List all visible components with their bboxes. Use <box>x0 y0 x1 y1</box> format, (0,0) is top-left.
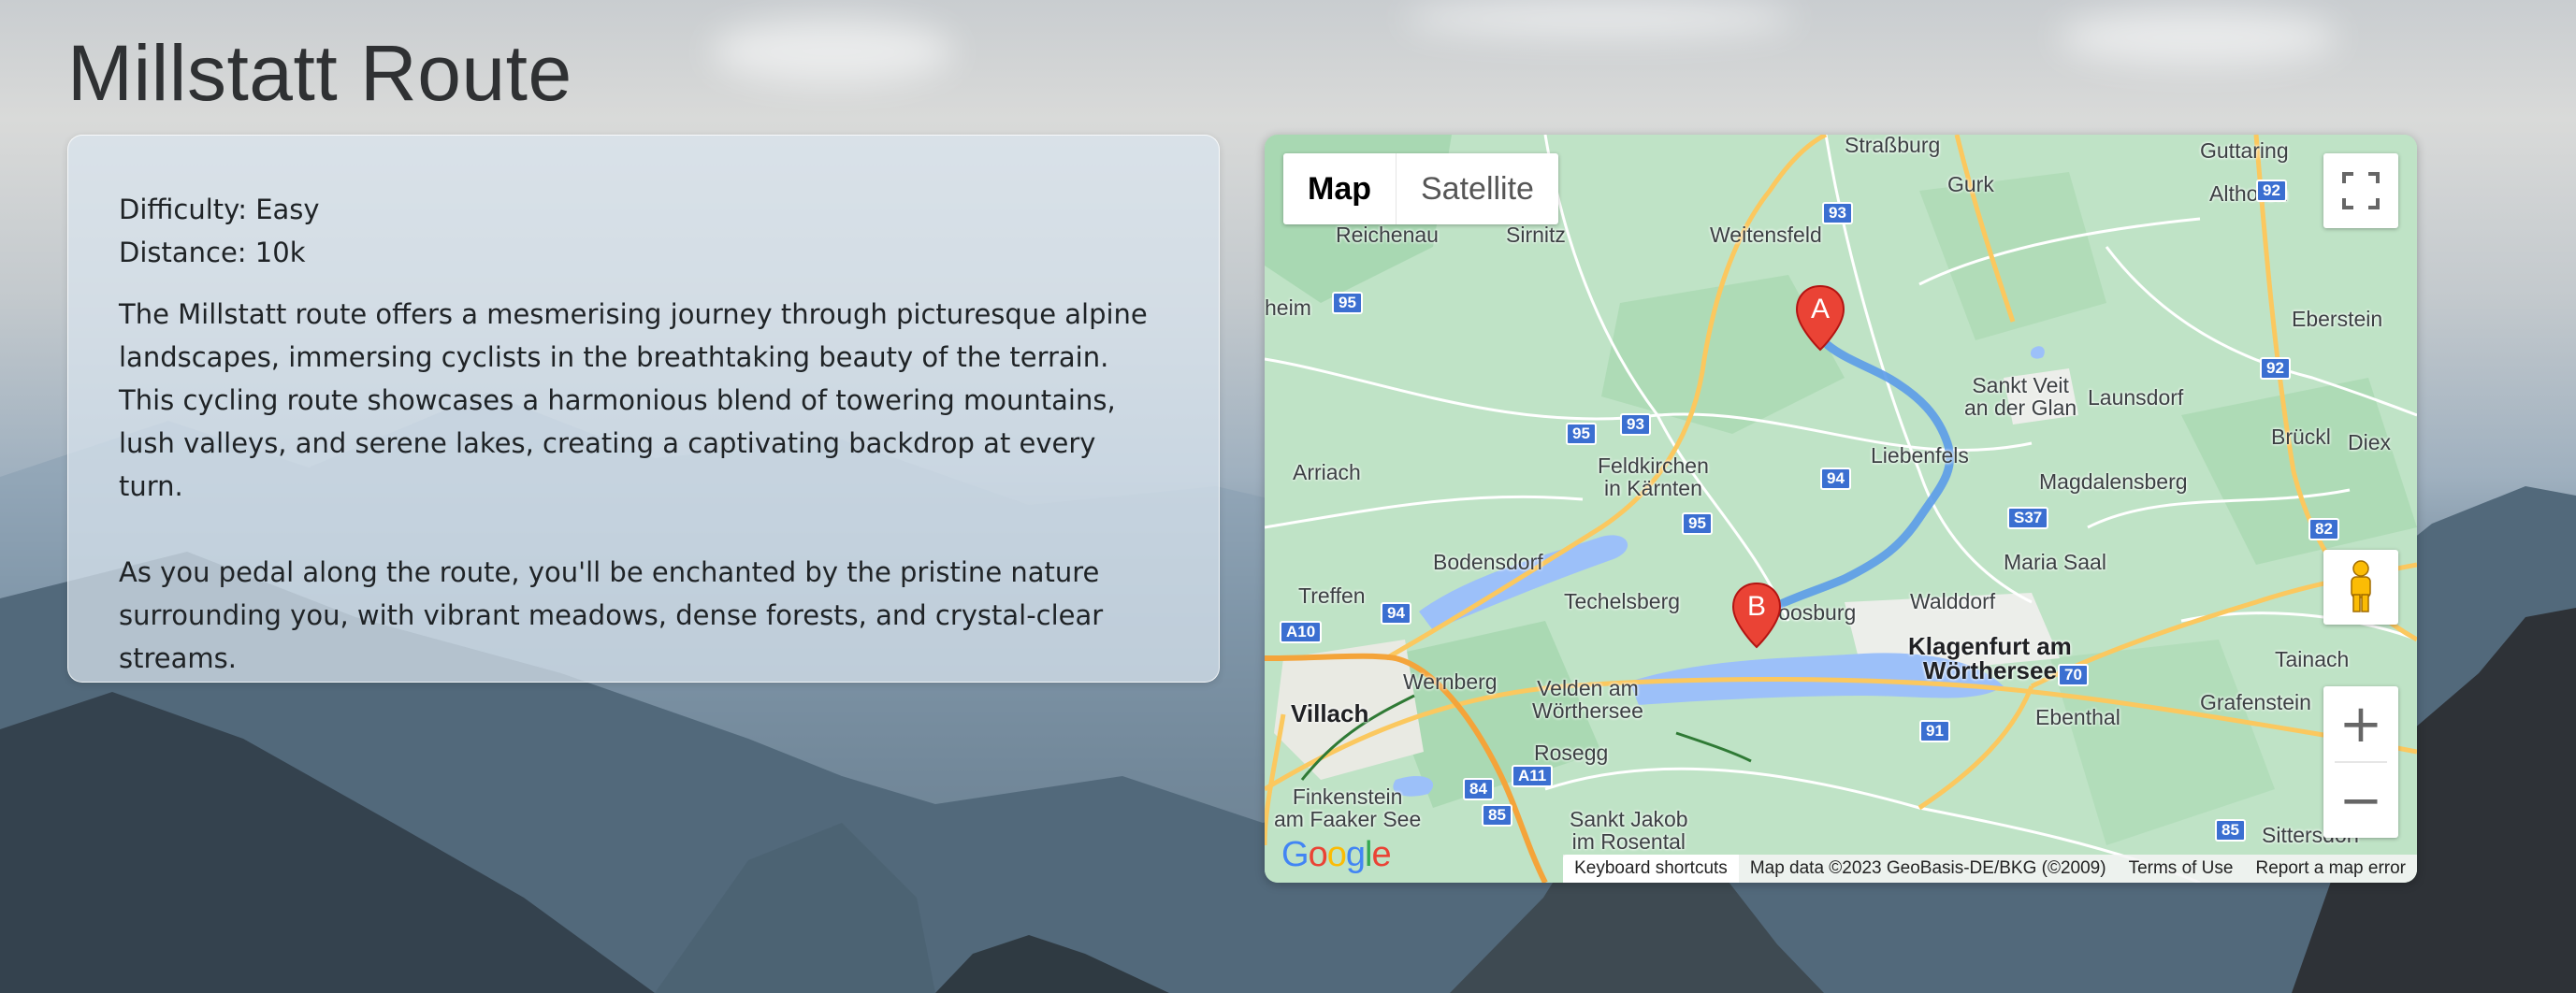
place-label: Grafenstein <box>2200 690 2311 714</box>
road-shield: A10 <box>1280 621 1323 643</box>
road-shield: 94 <box>1820 468 1851 490</box>
place-label: Straßburg <box>1845 135 1941 157</box>
place-label: Wernberg <box>1403 669 1498 694</box>
road-shield: A11 <box>1512 765 1554 787</box>
marker-label: B <box>1746 591 1766 622</box>
city-label-line: Klagenfurt am <box>1908 632 2072 660</box>
road-shield: 95 <box>1332 292 1363 314</box>
road-shield: 94 <box>1381 602 1411 625</box>
road-shield: 93 <box>1620 413 1651 436</box>
map-type-map-button[interactable]: Map <box>1283 153 1397 224</box>
map-attribution-bar: Keyboard shortcuts Map data ©2023 GeoBas… <box>1563 855 2417 883</box>
route-end-marker[interactable]: B <box>1730 582 1783 649</box>
place-label-line: an der Glan <box>1964 396 2077 420</box>
zoom-out-button[interactable]: − <box>2323 763 2398 838</box>
route-info-card: Difficulty: Easy Distance: 10k The Mills… <box>67 135 1220 683</box>
google-logo: Google <box>1281 835 1392 874</box>
keyboard-shortcuts-link[interactable]: Keyboard shortcuts <box>1563 855 1739 883</box>
map-type-satellite-button[interactable]: Satellite <box>1397 153 1558 224</box>
place-label: Brückl <box>2271 425 2331 449</box>
place-label: Eberstein <box>2292 307 2383 331</box>
report-map-error-link[interactable]: Report a map error <box>2244 855 2417 883</box>
city-label-line: Wörthersee <box>1922 656 2057 684</box>
place-label: Rosegg <box>1534 741 1609 765</box>
description-paragraph-2: As you pedal along the route, you'll be … <box>119 556 1104 674</box>
place-label: Bodensdorf <box>1433 550 1543 574</box>
place-label: Weitensfeld <box>1710 223 1822 247</box>
marker-label: A <box>1810 294 1830 324</box>
terms-of-use-link[interactable]: Terms of Use <box>2118 855 2245 883</box>
place-label-line: Feldkirchen <box>1598 453 1709 478</box>
place-label: Treffen <box>1298 583 1366 608</box>
road-shield: 91 <box>1919 720 1950 742</box>
place-label: heim <box>1265 295 1311 320</box>
place-label-line: Velden am <box>1537 676 1639 700</box>
distance-text: Distance: 10k <box>119 237 306 268</box>
place-label: Arriach <box>1293 460 1361 484</box>
zoom-control: + − <box>2323 686 2398 838</box>
place-label-line: Sankt Veit <box>1972 373 2069 397</box>
place-label: Magdalensberg <box>2039 469 2188 494</box>
pegman-icon <box>2351 560 2371 612</box>
place-label-line: in Kärnten <box>1604 476 1702 500</box>
road-shield: 95 <box>1566 423 1597 445</box>
place-label-line: am Faaker See <box>1274 807 1422 831</box>
road-shield: 85 <box>1482 804 1512 827</box>
place-label: Feldkirchen in Kärnten <box>1598 454 1709 499</box>
minus-icon: − <box>2338 770 2383 831</box>
place-label: Reichenau <box>1336 223 1439 247</box>
place-label-line: Finkenstein <box>1292 784 1403 809</box>
road-shield: S37 <box>2007 507 2049 529</box>
place-label: Maria Saal <box>2004 550 2106 574</box>
road-shield: 95 <box>1682 512 1713 535</box>
map-data-credit: Map data ©2023 GeoBasis-DE/BKG (©2009) <box>1749 858 2106 878</box>
route-start-marker[interactable]: A <box>1794 284 1846 352</box>
road-shield: 92 <box>2260 357 2291 380</box>
difficulty-text: Difficulty: Easy <box>119 194 320 225</box>
fullscreen-icon <box>2342 172 2380 209</box>
place-label: Ebenthal <box>2035 705 2120 729</box>
route-map[interactable]: Straßburg Guttaring Gurk Althofen Reiche… <box>1265 135 2417 883</box>
place-label: Walddorf <box>1910 589 1996 613</box>
place-label: Diex <box>2348 430 2392 454</box>
map-type-control: Map Satellite <box>1283 153 1558 224</box>
place-label: Techelsberg <box>1564 589 1681 613</box>
road-shield: 93 <box>1822 202 1853 224</box>
description-paragraph-1: The Millstatt route offers a mesmerising… <box>119 298 1148 502</box>
road-shield: 92 <box>2256 180 2287 202</box>
place-label-line: Wörthersee <box>1532 698 1643 723</box>
place-label: Velden am Wörthersee <box>1532 677 1643 722</box>
place-label: Guttaring <box>2200 138 2289 163</box>
zoom-in-button[interactable]: + <box>2323 686 2398 761</box>
place-label: Sirnitz <box>1506 223 1566 247</box>
page-title: Millstatt Route <box>67 29 572 117</box>
city-label: Villach <box>1291 699 1369 727</box>
road-shield: 70 <box>2058 664 2089 686</box>
street-view-button[interactable] <box>2323 550 2398 625</box>
place-label-line: Sankt Jakob <box>1570 807 1688 831</box>
place-label: Finkenstein am Faaker See <box>1274 785 1421 830</box>
place-label: Sankt Jakob im Rosental <box>1570 808 1688 853</box>
road-shield: 85 <box>2215 819 2246 842</box>
fullscreen-button[interactable] <box>2323 153 2398 228</box>
place-label: Launsdorf <box>2088 385 2184 410</box>
place-label-line: im Rosental <box>1571 829 1686 854</box>
city-label: Klagenfurt am Wörthersee <box>1908 634 2072 683</box>
plus-icon: + <box>2338 693 2383 755</box>
place-label: Sankt Veit an der Glan <box>1964 374 2077 419</box>
road-shield: 82 <box>2308 518 2339 540</box>
place-label: Liebenfels <box>1871 443 1969 468</box>
place-label: Gurk <box>1947 172 1994 196</box>
place-label: Tainach <box>2275 647 2350 671</box>
road-shield: 84 <box>1463 778 1494 800</box>
